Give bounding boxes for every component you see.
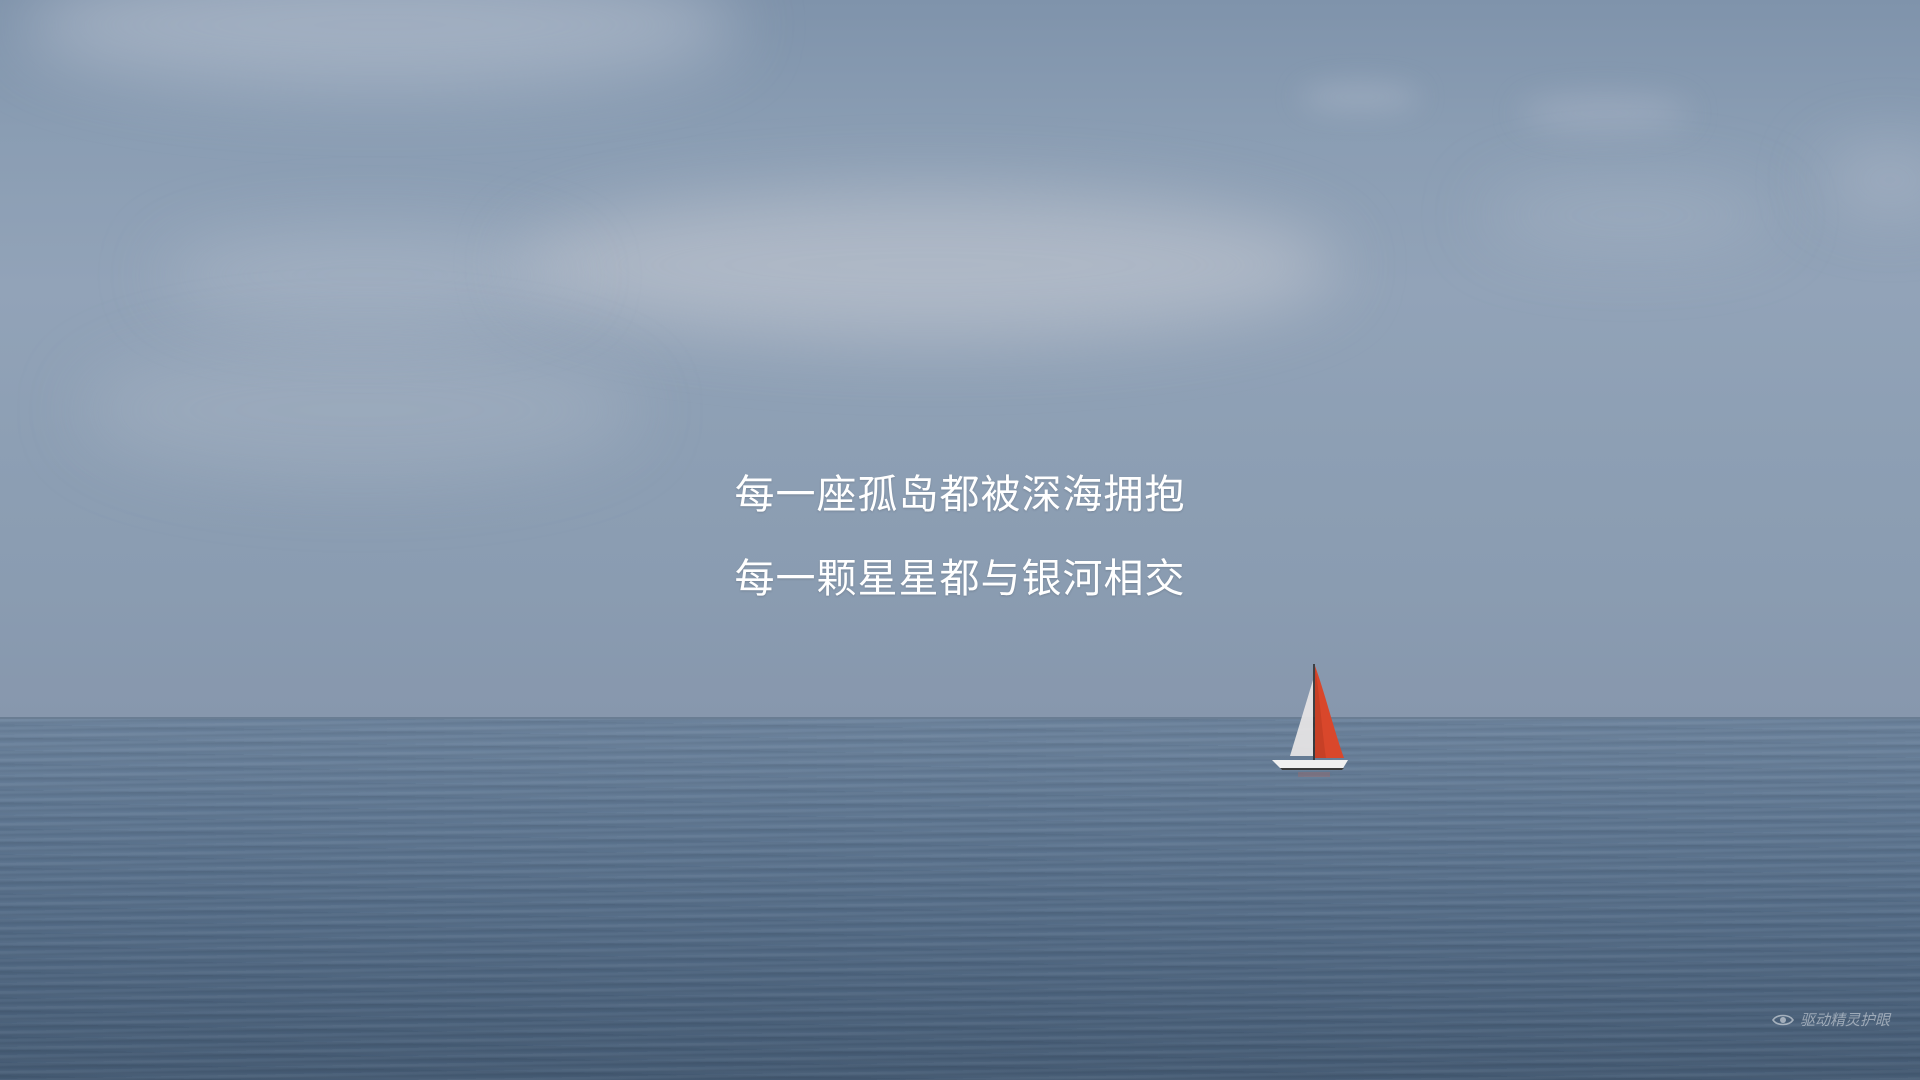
cloud bbox=[1300, 84, 1420, 110]
eye-icon bbox=[1772, 1014, 1794, 1025]
cloud bbox=[1520, 96, 1690, 130]
cloud bbox=[160, 230, 580, 320]
sky-background bbox=[0, 0, 1920, 718]
watermark-text: 驱动精灵护眼 bbox=[1799, 1011, 1890, 1029]
watermark: 驱动精灵护眼 bbox=[1772, 1009, 1890, 1030]
quote-line-1: 每一座孤岛都被深海拥抱 bbox=[734, 472, 1186, 518]
cloud bbox=[20, 0, 740, 90]
cloud bbox=[1480, 180, 1780, 250]
cloud bbox=[520, 190, 1340, 340]
cloud bbox=[80, 340, 640, 480]
slide-canvas: 每一座孤岛都被深海拥抱 每一颗星星都与银河相交 驱动精灵护眼 bbox=[0, 0, 1920, 1080]
jib-sail bbox=[1290, 680, 1313, 756]
sailboat-illustration bbox=[1272, 664, 1348, 777]
hull-stripe bbox=[1280, 768, 1344, 770]
quote-line-2: 每一颗星星都与银河相交 bbox=[734, 556, 1186, 602]
cloud bbox=[1820, 150, 1920, 210]
reflection bbox=[1298, 772, 1330, 777]
sea-background bbox=[0, 719, 1920, 1080]
